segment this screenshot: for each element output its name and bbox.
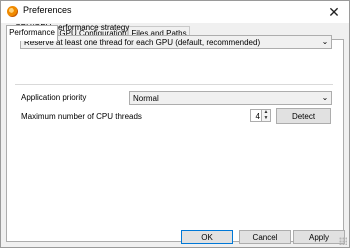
- close-button[interactable]: ✕: [319, 1, 349, 23]
- threads-stepper[interactable]: ▲ ▼: [261, 109, 271, 122]
- cancel-button[interactable]: Cancel: [239, 230, 291, 244]
- resize-grip-icon[interactable]: [339, 237, 347, 245]
- app-logo-icon: [7, 6, 18, 17]
- chevron-down-icon: ⌄: [321, 37, 329, 46]
- close-icon: ✕: [328, 4, 340, 20]
- ok-button[interactable]: OK: [181, 230, 233, 244]
- apply-button[interactable]: Apply: [293, 230, 345, 244]
- threads-label: Maximum number of CPU threads: [21, 112, 142, 121]
- title-bar[interactable]: Preferences ✕: [1, 1, 349, 23]
- tab-panel-performance: [6, 39, 344, 242]
- dialog-body: Performance GPU Configuration Files and …: [1, 23, 349, 247]
- tab-performance[interactable]: Performance: [6, 25, 58, 41]
- preferences-window: Preferences ✕ Performance GPU Configurat…: [0, 0, 350, 248]
- strategy-select[interactable]: Reserve at least one thread for each GPU…: [20, 35, 332, 49]
- chevron-down-icon: ⌄: [321, 93, 329, 102]
- strategy-select-value: Reserve at least one thread for each GPU…: [24, 38, 261, 47]
- detect-button[interactable]: Detect: [276, 108, 331, 124]
- spin-down-icon[interactable]: ▼: [262, 116, 270, 121]
- section-divider: [15, 84, 333, 85]
- window-title: Preferences: [23, 5, 72, 15]
- priority-label: Application priority: [21, 93, 87, 102]
- priority-select-value: Normal: [133, 94, 159, 103]
- priority-select[interactable]: Normal ⌄: [129, 91, 332, 105]
